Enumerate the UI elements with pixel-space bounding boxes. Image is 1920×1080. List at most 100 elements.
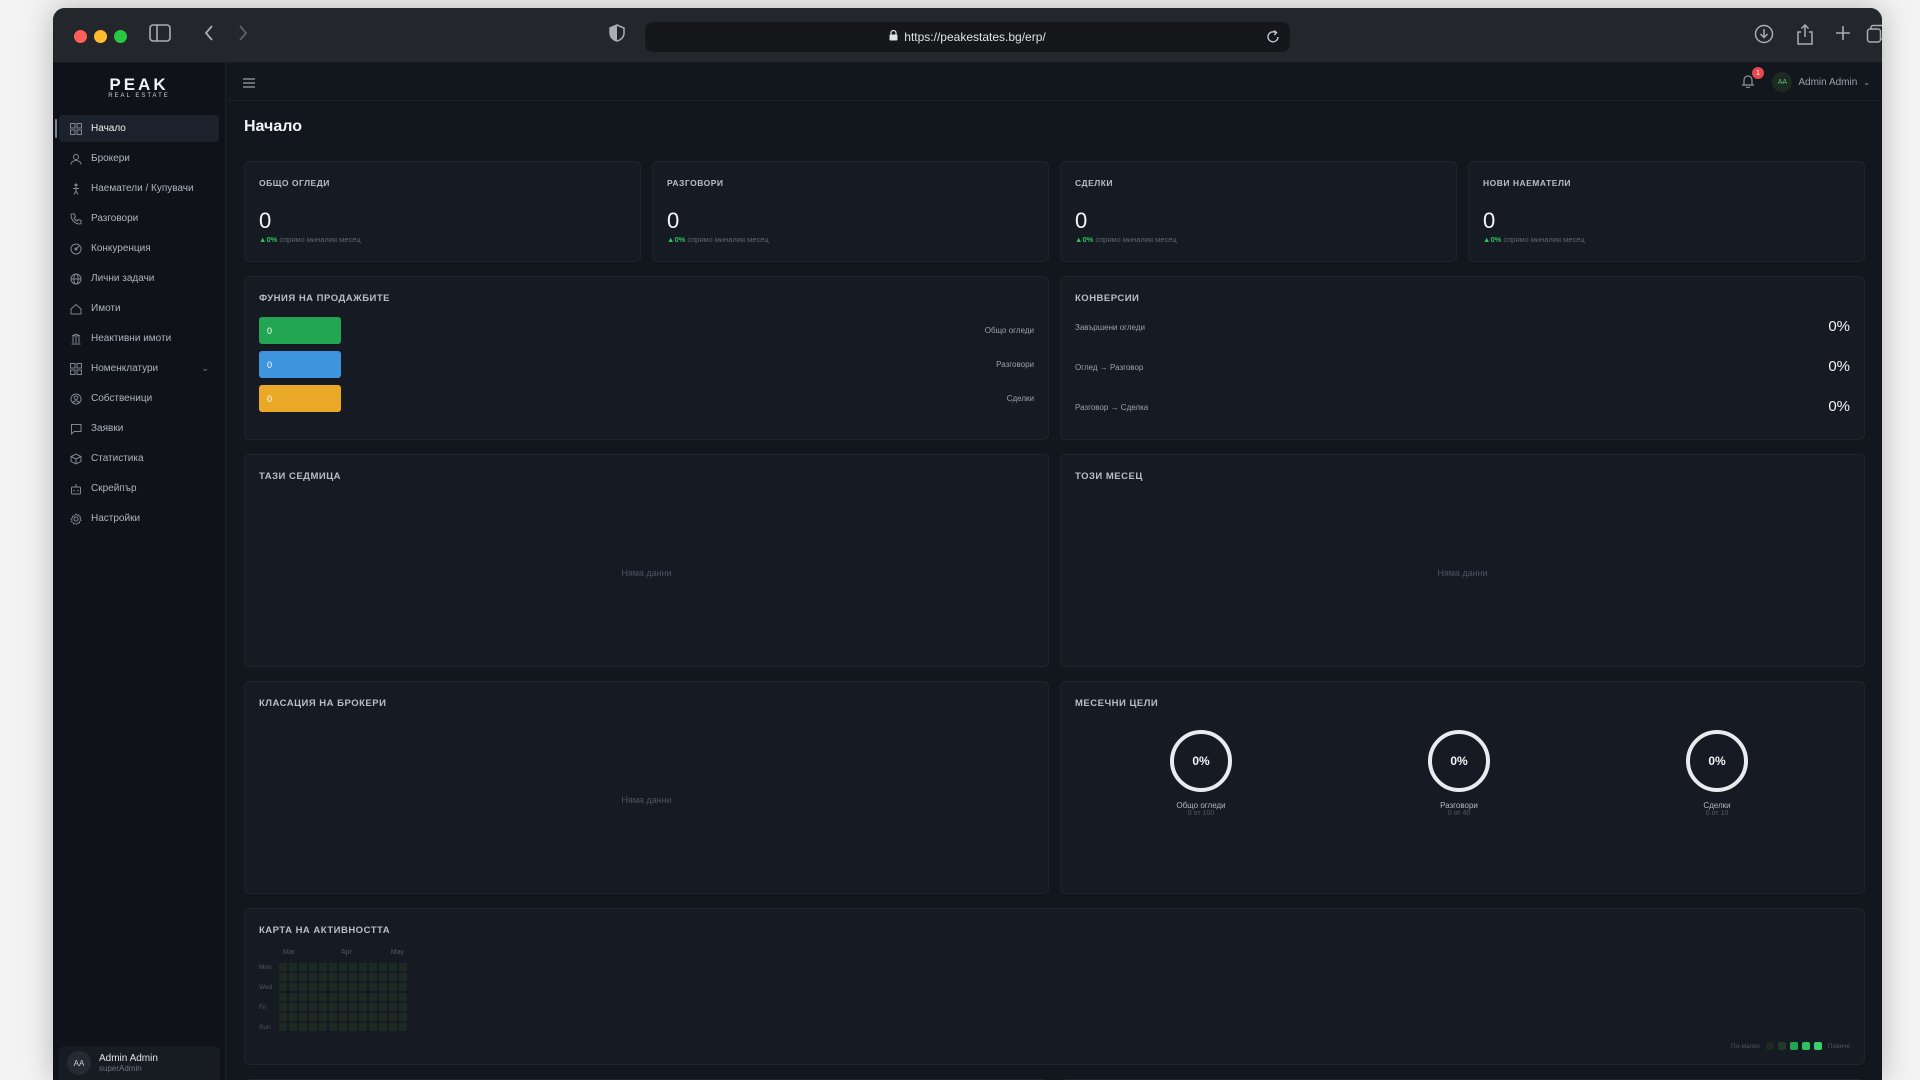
grid-icon (69, 362, 83, 376)
empty-state: Няма данни (621, 568, 672, 578)
delta-text: спрямо миналия месец (1503, 235, 1585, 244)
legend-swatch (1765, 1042, 1774, 1050)
goal-item: 0% Общо огледи 0 от 100 (1151, 730, 1251, 817)
funnel-bar: 0 (259, 385, 341, 412)
reload-icon[interactable] (1266, 29, 1280, 47)
heatmap-cell (299, 1003, 307, 1011)
menu-icon[interactable] (243, 75, 255, 91)
sidebar-nav: Начало Брокери Наематели / Купувачи Разгово… (53, 115, 225, 532)
logo[interactable]: PEAK REAL ESTATE (53, 63, 225, 99)
download-icon[interactable] (1754, 24, 1774, 44)
sidebar-item-12[interactable]: Статистика (59, 445, 219, 472)
tab-overview-icon[interactable] (1866, 24, 1882, 44)
heatmap-cell (309, 973, 317, 981)
logo-main: PEAK (109, 75, 169, 94)
stat-card: СДЕЛКИ 0 ▲0% спрямо миналия месец (1060, 161, 1457, 262)
heatmap-cell (289, 993, 297, 1001)
heatmap-cell (359, 993, 367, 1001)
heatmap-cell (309, 993, 317, 1001)
stat-delta: ▲0% спрямо миналия месец (1075, 235, 1177, 244)
sidebar-item-label: Настройки (91, 513, 141, 524)
sidebar-item-7[interactable]: Имоти (59, 295, 219, 322)
stat-delta: ▲0% спрямо миналия месец (259, 235, 361, 244)
legend-swatch (1801, 1042, 1810, 1050)
sidebar: PEAK REAL ESTATE Начало Брокери Наематели … (53, 63, 226, 1080)
sidebar-item-10[interactable]: Собственици (59, 385, 219, 412)
heatmap-cell (339, 1013, 347, 1021)
goal-ring: 0% (1170, 730, 1232, 792)
heatmap-cell (359, 973, 367, 981)
message-icon (69, 422, 83, 436)
sidebar-item-4[interactable]: Разговори (59, 205, 219, 232)
sidebar-item-8[interactable]: Неактивни имоти (59, 325, 219, 352)
back-icon[interactable] (203, 24, 215, 42)
user-menu[interactable]: AA Admin Admin ⌄ (1772, 72, 1870, 92)
month-label: May (390, 949, 405, 956)
heatmap-cell (339, 983, 347, 991)
card-title: ТОЗИ МЕСЕЦ (1075, 471, 1143, 482)
heatmap-cell (379, 983, 387, 991)
phone-icon (69, 212, 83, 226)
conversion-label: Оглед → Разговор (1075, 363, 1144, 372)
globe-icon (69, 272, 83, 286)
heatmap-cell (279, 963, 287, 971)
heatmap-cell (279, 1023, 287, 1031)
shield-icon[interactable] (609, 24, 625, 42)
heatmap-cell (349, 973, 357, 981)
heatmap-cell (329, 1003, 337, 1011)
sidebar-item-6[interactable]: Лични задачи (59, 265, 219, 292)
sidebar-item-13[interactable]: Скрейпър (59, 475, 219, 502)
sidebar-item-2[interactable]: Брокери (59, 145, 219, 172)
target-icon (69, 242, 83, 256)
heatmap-cell (349, 983, 357, 991)
delta-text: спрямо миналия месец (1095, 235, 1177, 244)
chevron-down-icon: ⌄ (201, 363, 209, 373)
archive-icon (69, 332, 83, 346)
heatmap-cell (319, 1023, 327, 1031)
sidebar-toggle-icon[interactable] (149, 24, 171, 42)
sidebar-item-9[interactable]: Номенклатури ⌄ (59, 355, 219, 382)
app: PEAK REAL ESTATE Начало Брокери Наематели … (53, 63, 1882, 1080)
heatmap-cell (389, 993, 397, 1001)
heatmap-cell (319, 993, 327, 1001)
new-tab-icon[interactable] (1834, 24, 1852, 42)
sidebar-item-5[interactable]: Конкуренция (59, 235, 219, 262)
sidebar-item-14[interactable]: Настройки (59, 505, 219, 532)
gear-icon (69, 512, 83, 526)
legend-more: Повече (1827, 1042, 1850, 1050)
heatmap-cell (389, 1003, 397, 1011)
stat-value: 0 (1483, 208, 1496, 233)
heatmap-cell (329, 993, 337, 1001)
forward-icon[interactable] (237, 24, 249, 42)
sidebar-item-3[interactable]: Наематели / Купувачи (59, 175, 219, 202)
heatmap-cell (379, 973, 387, 981)
heatmap-cell (319, 983, 327, 991)
sidebar-user[interactable]: AA Admin Admin superAdmin (59, 1046, 220, 1080)
funnel-bar: 0 (259, 351, 341, 378)
sidebar-item-1[interactable]: Начало (55, 115, 219, 142)
bell-icon[interactable] (1741, 74, 1755, 93)
heatmap-cell (309, 1013, 317, 1021)
user-icon (69, 152, 83, 166)
close-window-button[interactable] (74, 30, 87, 43)
heatmap-cell (339, 1023, 347, 1031)
heatmap-cell (329, 963, 337, 971)
broker-ranking-card: КЛАСАЦИЯ НА БРОКЕРИ Няма данни (244, 681, 1049, 894)
minimize-window-button[interactable] (94, 30, 107, 43)
heatmap-cell (289, 983, 297, 991)
heatmap-cell (389, 973, 397, 981)
sidebar-item-label: Скрейпър (91, 483, 137, 494)
stat-delta: ▲0% спрямо миналия месец (1483, 235, 1585, 244)
heatmap-cell (349, 1013, 357, 1021)
heatmap-cell (399, 1023, 407, 1031)
share-icon[interactable] (1796, 24, 1814, 46)
address-bar[interactable]: https://peakestates.bg/erp/ (645, 22, 1290, 52)
monthly-goals-card: МЕСЕЧНИ ЦЕЛИ 0% Общо огледи 0 от 100 0% … (1060, 681, 1865, 894)
conversion-row: Оглед → Разговор 0% (1075, 358, 1850, 378)
heatmap-cell (379, 1013, 387, 1021)
conversion-value: 0% (1828, 398, 1850, 415)
legend-less: По-малко (1731, 1042, 1760, 1050)
sidebar-item-11[interactable]: Заявки (59, 415, 219, 442)
heatmap-cell (379, 993, 387, 1001)
zoom-window-button[interactable] (114, 30, 127, 43)
